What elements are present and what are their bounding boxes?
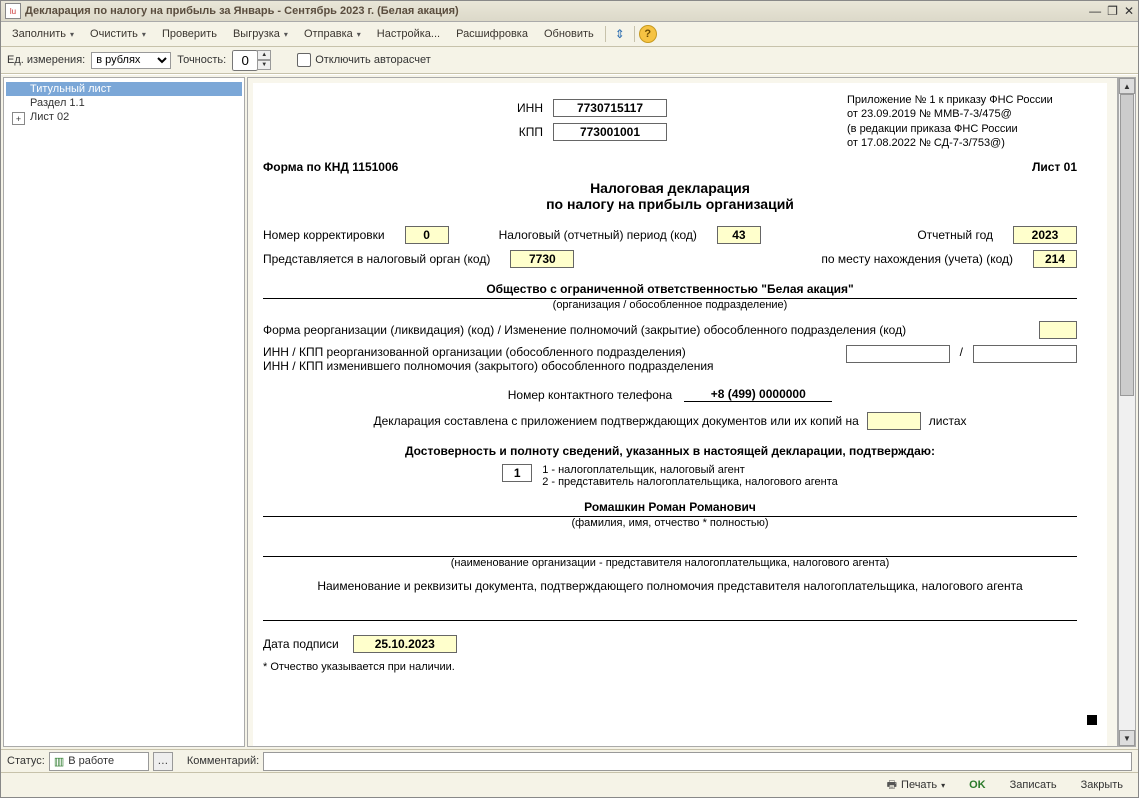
titlebar: lu Декларация по налогу на прибыль за Ян… (1, 1, 1138, 22)
reorg-inn-label-2: ИНН / КПП изменившего полномочия (закрыт… (263, 359, 836, 373)
page-content: ИНН 7730715117 КПП 773001001 Приложение … (253, 83, 1107, 747)
sign-date-label: Дата подписи (263, 637, 339, 651)
doc-auth-line[interactable] (263, 619, 1077, 621)
clear-button[interactable]: Очистить (83, 25, 153, 43)
phone-field[interactable]: +8 (499) 0000000 (684, 387, 832, 402)
signer-fio[interactable]: Ромашкин Роман Романович (263, 500, 1077, 517)
expand-collapse-icon[interactable]: ⇕ (610, 24, 630, 44)
close-button[interactable]: Закрыть (1074, 776, 1130, 794)
doc-title-2: по налогу на прибыль организаций (263, 196, 1077, 212)
ok-button[interactable]: OK (962, 776, 993, 794)
units-select[interactable]: в рублях (91, 52, 171, 69)
status-picker-button[interactable]: … (153, 752, 173, 771)
fio-sub: (фамилия, имя, отчество * полностью) (263, 517, 1077, 529)
period-field[interactable]: 43 (717, 226, 761, 244)
organ-label: Представляется в налоговый орган (код) (263, 252, 490, 266)
repr-sub: (наименование организации - представител… (263, 557, 1077, 569)
kpp-field[interactable]: 773001001 (553, 123, 667, 141)
resize-corner-icon (1087, 715, 1097, 725)
sheet-number: Лист 01 (1032, 160, 1077, 174)
doc-title-1: Налоговая декларация (263, 180, 1077, 196)
confirm-opt-2: 2 - представитель налогоплательщика, нал… (542, 476, 838, 488)
scroll-down-icon[interactable]: ▼ (1119, 730, 1135, 746)
sub-toolbar: Ед. измерения: в рублях Точность: ▲ ▼ От… (1, 47, 1138, 74)
confirm-code-field[interactable]: 1 (502, 464, 532, 482)
attach-pages-field[interactable] (867, 412, 921, 430)
org-name[interactable]: Общество с ограниченной ответственностью… (263, 282, 1077, 299)
status-label: Статус: (7, 755, 45, 767)
reorg-code-field[interactable] (1039, 321, 1077, 339)
print-button[interactable]: 🖶 Печать ▾ (880, 773, 952, 798)
place-field[interactable]: 214 (1033, 250, 1077, 268)
year-field[interactable]: 2023 (1013, 226, 1077, 244)
form-knd: Форма по КНД 1151006 (263, 160, 398, 174)
precision-input[interactable] (232, 50, 258, 71)
checkbox-icon (297, 53, 311, 67)
place-label: по месту нахождения (учета) (код) (821, 252, 1013, 266)
precision-label: Точность: (177, 54, 226, 66)
maximize-button[interactable]: ❐ (1107, 4, 1118, 18)
footnote: * Отчество указывается при наличии. (263, 661, 1077, 673)
corr-field[interactable]: 0 (405, 226, 449, 244)
vertical-scrollbar[interactable]: ▲ ▼ (1118, 77, 1136, 747)
status-bar: Статус: ▥ В работе … Комментарий: (1, 749, 1138, 772)
main-toolbar: Заполнить Очистить Проверить Выгрузка От… (1, 22, 1138, 47)
expand-icon[interactable]: + (12, 112, 25, 125)
comment-input[interactable] (263, 752, 1132, 771)
attach-label-1: Декларация составлена с приложением подт… (374, 414, 859, 428)
close-window-button[interactable]: ✕ (1124, 4, 1134, 18)
section-tree[interactable]: Титульный лист Раздел 1.1 + Лист 02 (3, 77, 245, 747)
tree-node-section-1-1[interactable]: Раздел 1.1 (6, 96, 242, 110)
autocalc-checkbox[interactable]: Отключить авторасчет (297, 53, 431, 67)
period-label: Налоговый (отчетный) период (код) (499, 228, 697, 242)
decode-button[interactable]: Расшифровка (449, 25, 535, 43)
save-button[interactable]: Записать (1003, 776, 1064, 794)
attach-label-2: листах (929, 414, 967, 428)
phone-label: Номер контактного телефона (508, 388, 672, 402)
inn-field[interactable]: 7730715117 (553, 99, 667, 117)
reorg-inn-label-1: ИНН / КПП реорганизованной организации (… (263, 345, 836, 359)
organ-field[interactable]: 7730 (510, 250, 574, 268)
help-icon[interactable]: ? (639, 25, 657, 43)
footer-bar: 🖶 Печать ▾ OK Записать Закрыть (1, 772, 1138, 797)
reorg-kpp-field[interactable] (973, 345, 1077, 363)
comment-label: Комментарий: (187, 755, 259, 767)
window-title: Декларация по налогу на прибыль за Январ… (25, 5, 459, 17)
scroll-up-icon[interactable]: ▲ (1119, 78, 1135, 94)
year-label: Отчетный год (917, 228, 993, 242)
confirm-opt-1: 1 - налогоплательщик, налоговый агент (542, 464, 838, 476)
reorg-label: Форма реорганизации (ликвидация) (код) /… (263, 323, 1029, 337)
sign-date-field[interactable]: 25.10.2023 (353, 635, 457, 653)
minimize-button[interactable]: — (1089, 4, 1101, 18)
send-button[interactable]: Отправка (297, 25, 368, 43)
status-field[interactable]: ▥ В работе (49, 752, 149, 771)
corr-label: Номер корректировки (263, 228, 385, 242)
tree-node-sheet-02[interactable]: + Лист 02 (6, 110, 242, 124)
status-icon: ▥ (54, 755, 64, 768)
export-button[interactable]: Выгрузка (226, 25, 295, 43)
org-name-sub: (организация / обособленное подразделени… (263, 299, 1077, 311)
kpp-label: КПП (503, 125, 543, 139)
document-area[interactable]: ИНН 7730715117 КПП 773001001 Приложение … (247, 77, 1118, 747)
units-label: Ед. измерения: (7, 54, 85, 66)
check-button[interactable]: Проверить (155, 25, 224, 43)
reorg-inn-field[interactable] (846, 345, 950, 363)
app-icon: lu (5, 3, 21, 19)
tree-node-title-page[interactable]: Титульный лист (6, 82, 242, 96)
precision-up[interactable]: ▲ (257, 50, 271, 60)
refresh-button[interactable]: Обновить (537, 25, 601, 43)
order-reference: Приложение № 1 к приказу ФНС России от 2… (847, 93, 1077, 150)
fill-button[interactable]: Заполнить (5, 25, 81, 43)
doc-auth-label: Наименование и реквизиты документа, подт… (263, 579, 1077, 593)
printer-icon: 🖶 (887, 776, 897, 795)
confirm-title: Достоверность и полноту сведений, указан… (263, 444, 1077, 458)
precision-down[interactable]: ▼ (257, 60, 271, 70)
settings-button[interactable]: Настройка... (370, 25, 447, 43)
inn-label: ИНН (503, 101, 543, 115)
